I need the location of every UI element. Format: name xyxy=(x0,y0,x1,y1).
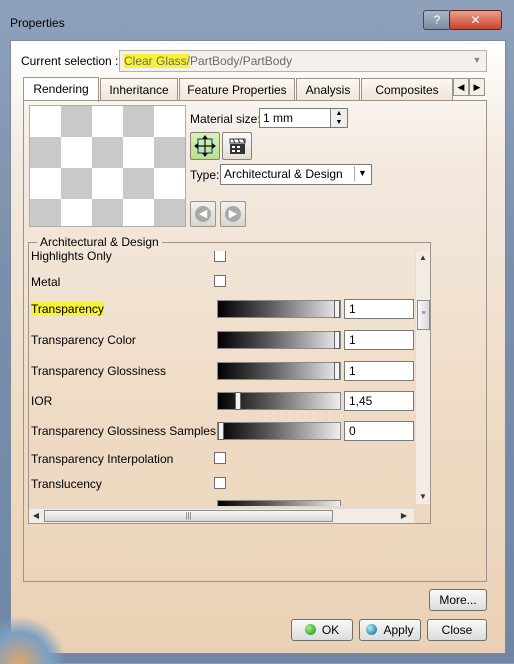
value-field-ior[interactable]: 1,45 xyxy=(344,391,414,411)
row-label-transparency-interpolation: Transparency Interpolation xyxy=(31,452,174,466)
checkbox-highlights-only[interactable] xyxy=(214,251,226,262)
apply-status-icon xyxy=(366,624,378,635)
type-select[interactable]: Architectural & Design ▼ xyxy=(220,164,372,185)
apply-label: Apply xyxy=(383,623,414,637)
type-value: Architectural & Design xyxy=(224,167,343,181)
slider-transparency-glossiness-samples[interactable] xyxy=(217,422,341,440)
vertical-scrollbar[interactable]: ▲ ≡ ▼ xyxy=(415,251,430,504)
value-text: 1,45 xyxy=(349,394,373,408)
current-selection-combo[interactable]: Clear Glass/PartBody/PartBody ▼ xyxy=(119,50,487,72)
tab-rendering[interactable]: Rendering xyxy=(23,77,99,102)
value-field-transparency-glossiness[interactable]: 1 xyxy=(344,361,414,381)
scroll-right-icon[interactable]: ▶ xyxy=(397,509,411,523)
ok-label: OK xyxy=(321,623,340,637)
checkbox-translucency[interactable] xyxy=(214,477,226,489)
slider-thumb[interactable] xyxy=(334,300,340,318)
row-label-highlights-only: Highlights Only xyxy=(31,251,112,263)
slider-thumb[interactable] xyxy=(334,331,340,349)
row-label-ior: IOR xyxy=(31,394,53,408)
current-selection-path: PartBody/PartBody xyxy=(190,54,293,68)
slider-transparency-color[interactable] xyxy=(217,331,341,349)
row-label-transparency-color: Transparency Color xyxy=(31,333,136,347)
scroll-up-icon[interactable]: ▲ xyxy=(416,251,430,265)
scroll-left-icon[interactable]: ◀ xyxy=(29,509,43,523)
material-size-value: 1 mm xyxy=(263,111,293,125)
slider-thumb[interactable] xyxy=(334,362,340,380)
vertical-scroll-thumb[interactable]: ≡ xyxy=(417,300,430,330)
tab-composites[interactable]: Composites xyxy=(361,78,453,101)
slider-next-row[interactable] xyxy=(217,500,341,506)
row-label-translucency: Translucency xyxy=(31,477,102,491)
chevron-down-icon[interactable]: ▼ xyxy=(354,166,370,181)
close-window-button[interactable]: ✕ xyxy=(449,10,502,30)
next-button[interactable]: ▶ xyxy=(220,201,246,227)
clapperboard-icon xyxy=(229,138,246,154)
slider-thumb[interactable] xyxy=(235,392,241,410)
value-field-transparency-color[interactable]: 1 xyxy=(344,330,414,350)
window-title: Properties xyxy=(10,16,65,30)
horizontal-scroll-thumb[interactable]: ||| xyxy=(44,510,333,522)
group-title: Architectural & Design xyxy=(37,235,162,249)
tab-feature-properties[interactable]: Feature Properties xyxy=(179,78,295,101)
tab-scroll-left-icon[interactable]: ◀ xyxy=(453,78,469,96)
close-button[interactable]: Close xyxy=(427,619,487,641)
slider-transparency-glossiness[interactable] xyxy=(217,362,341,380)
current-selection-label: Current selection : xyxy=(21,54,119,68)
title-bar: Properties ? ✕ xyxy=(0,0,514,36)
value-text: 1 xyxy=(349,364,356,378)
scroll-down-icon[interactable]: ▼ xyxy=(416,490,430,504)
checkbox-metal[interactable] xyxy=(214,275,226,287)
horizontal-scrollbar[interactable]: ◀ ||| ▶ xyxy=(29,508,414,523)
tab-inheritance[interactable]: Inheritance xyxy=(100,78,178,101)
current-selection-material: Clear Glass/ xyxy=(124,54,191,68)
material-size-input[interactable]: 1 mm xyxy=(259,108,331,128)
chevron-down-icon[interactable]: ▼ xyxy=(470,53,484,67)
slider-ior[interactable] xyxy=(217,392,341,410)
checkbox-transparency-interpolation[interactable] xyxy=(214,452,226,464)
help-button[interactable]: ? xyxy=(423,10,451,30)
dialog-body: Current selection : Clear Glass/PartBody… xyxy=(10,40,506,654)
value-field-transparency[interactable]: 1 xyxy=(344,299,414,319)
ok-status-icon xyxy=(304,624,316,635)
material-preview xyxy=(29,105,186,227)
arrow-left-icon: ◀ xyxy=(195,206,211,222)
background-orb xyxy=(0,612,64,664)
type-label: Type: xyxy=(190,168,220,182)
row-label-transparency: Transparency xyxy=(31,302,104,316)
row-label-transparency-glossiness-samples: Transparency Glossiness Samples xyxy=(31,424,216,438)
architectural-design-group: Architectural & Design Highlights Only M… xyxy=(28,235,431,524)
rendering-panel: Material size: 1 mm ▲ ▼ Type: Architectu… xyxy=(23,100,487,582)
dialog-window: Properties ? ✕ Current selection : Clear… xyxy=(0,0,514,664)
value-field-transparency-glossiness-samples[interactable]: 0 xyxy=(344,421,414,441)
move-anchor-button[interactable] xyxy=(190,132,220,160)
row-label-metal: Metal xyxy=(31,275,61,289)
material-size-label: Material size: xyxy=(190,112,261,126)
more-button[interactable]: More... xyxy=(429,589,487,611)
tab-analysis[interactable]: Analysis xyxy=(296,78,360,101)
slider-thumb[interactable] xyxy=(218,422,224,440)
move-arrows-icon xyxy=(194,135,216,157)
texture-settings-button[interactable] xyxy=(222,132,252,160)
slider-transparency[interactable] xyxy=(217,300,341,318)
property-list: Highlights Only Metal Transparency 1 Tra… xyxy=(29,251,414,506)
tab-scroll-right-icon[interactable]: ▶ xyxy=(469,78,485,96)
material-size-spinner-icon[interactable]: ▲ ▼ xyxy=(330,108,348,128)
apply-button[interactable]: Apply xyxy=(359,619,421,641)
row-label-transparency-glossiness: Transparency Glossiness xyxy=(31,364,166,378)
value-text: 1 xyxy=(349,302,356,316)
ok-button[interactable]: OK xyxy=(291,619,353,641)
value-text: 0 xyxy=(349,424,356,438)
arrow-right-icon: ▶ xyxy=(225,206,241,222)
value-text: 1 xyxy=(349,333,356,347)
previous-button[interactable]: ◀ xyxy=(190,201,216,227)
